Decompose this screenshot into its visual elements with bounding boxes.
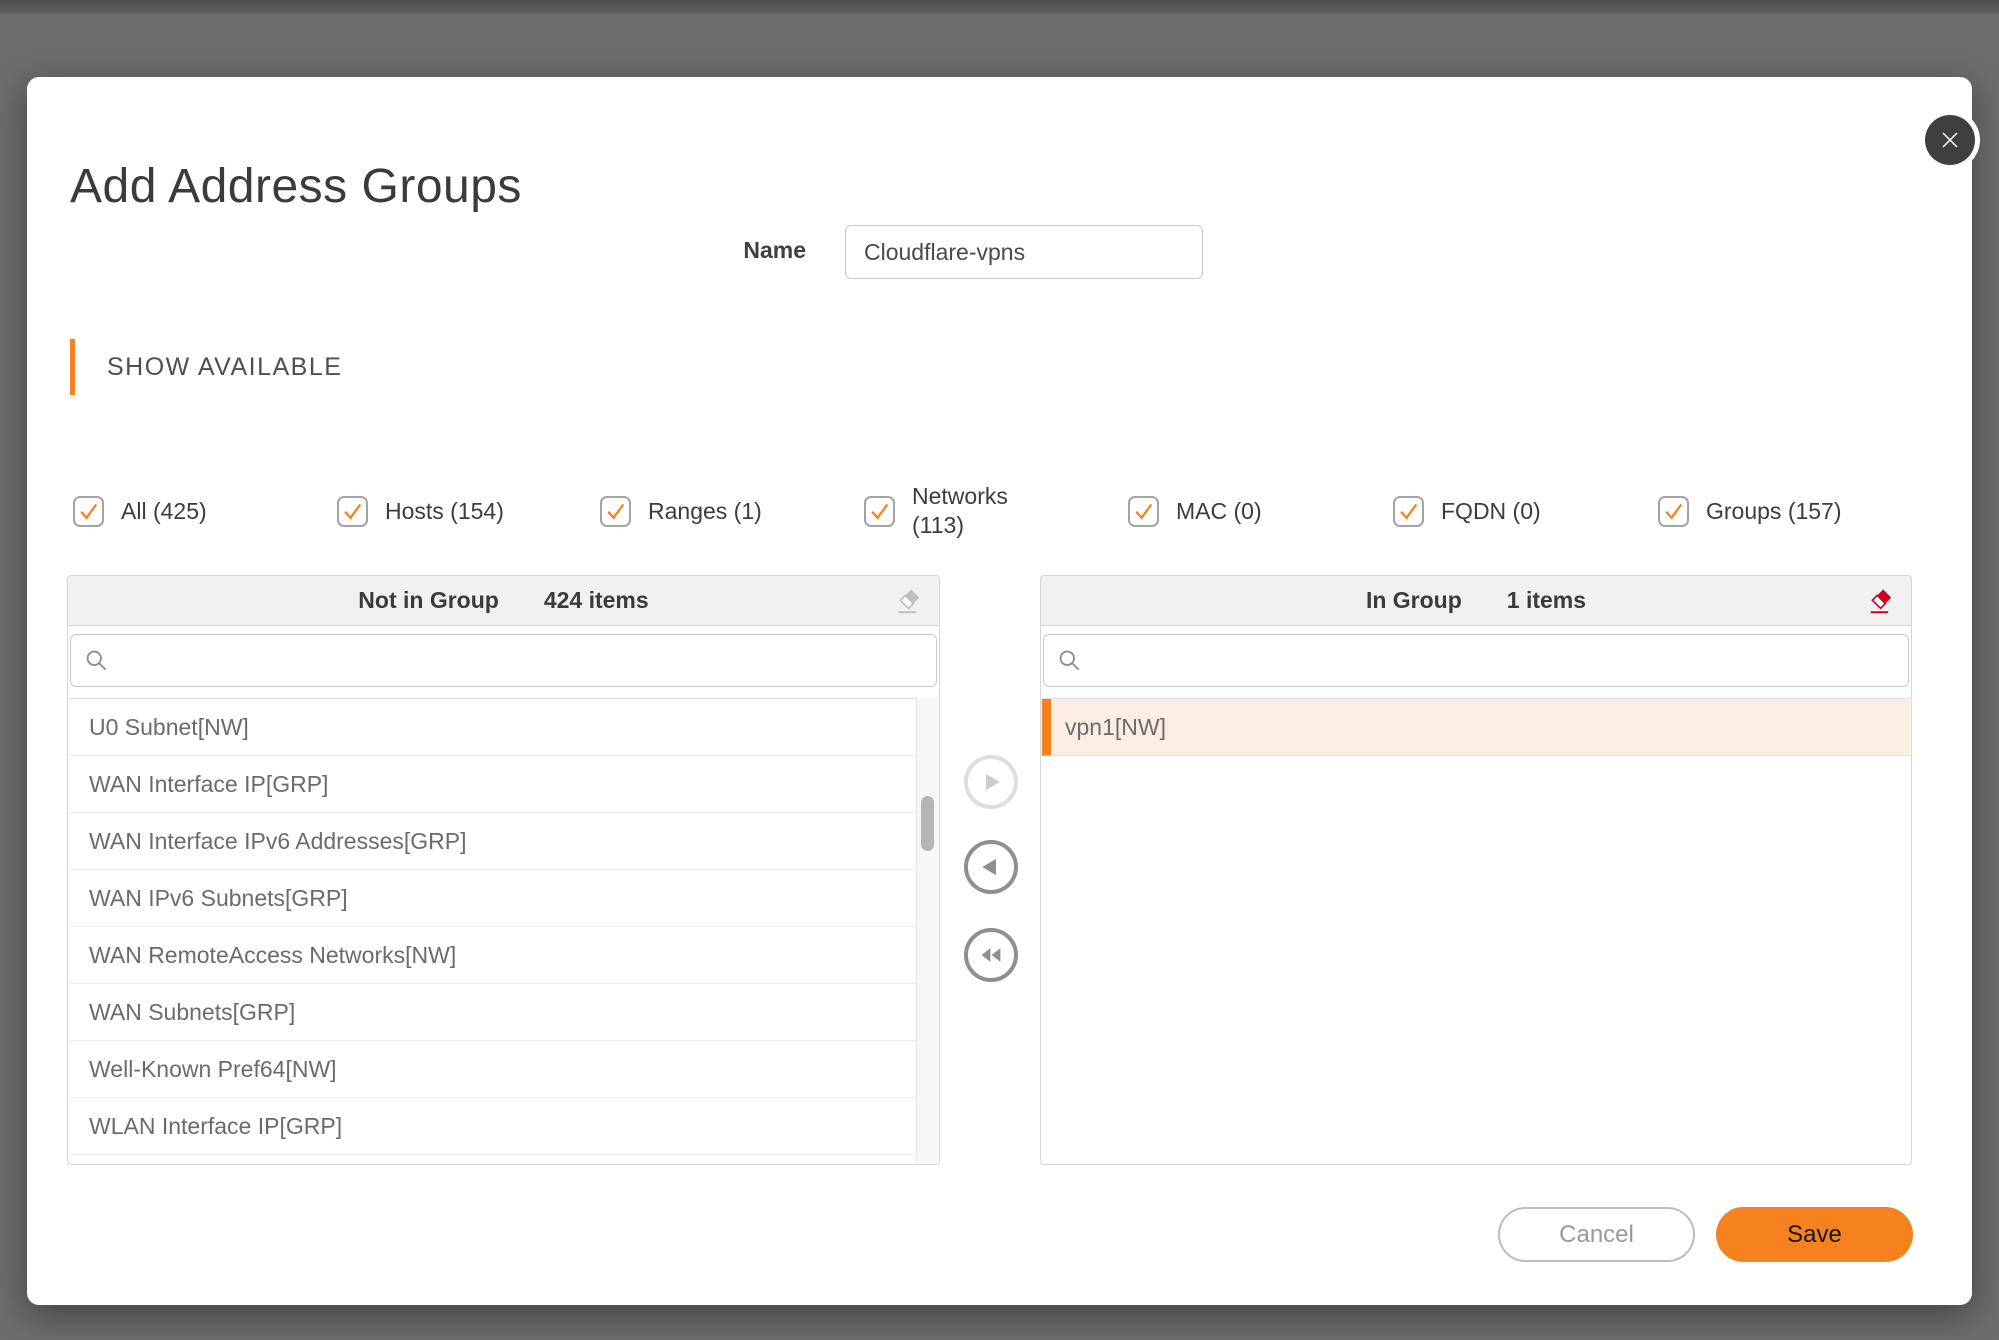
search-input[interactable] xyxy=(1043,634,1909,687)
checkbox-checked-icon[interactable] xyxy=(1128,495,1159,527)
list-item[interactable]: WAN RemoteAccess Networks[NW] xyxy=(69,927,916,984)
page-title: Add Address Groups xyxy=(70,160,522,213)
arrow-left-icon xyxy=(982,858,996,876)
filter-ranges[interactable]: Ranges (1) xyxy=(600,475,762,547)
list-item[interactable]: WAN Interface IP[GRP] xyxy=(69,756,916,813)
filter-label: FQDN (0) xyxy=(1441,497,1541,524)
filter-label: Networks (113) xyxy=(912,483,1008,538)
search-input[interactable] xyxy=(70,634,937,687)
filter-groups[interactable]: Groups (157) xyxy=(1658,475,1842,547)
clear-list-button[interactable] xyxy=(1865,586,1895,616)
list-item[interactable]: WAN Subnets[GRP] xyxy=(69,984,916,1041)
filter-all[interactable]: All (425) xyxy=(73,475,207,547)
move-to-group-button[interactable] xyxy=(964,755,1018,809)
filter-label: Hosts (154) xyxy=(385,497,504,524)
scrollbar-track[interactable] xyxy=(916,698,938,1163)
in-group-panel: In Group 1 items vpn1[NW] xyxy=(1040,575,1912,1165)
filter-networks[interactable]: Networks (113) xyxy=(864,475,1030,547)
name-input[interactable] xyxy=(845,225,1203,279)
scrollbar-thumb[interactable] xyxy=(921,796,934,851)
filter-mac[interactable]: MAC (0) xyxy=(1128,475,1262,547)
clear-list-button-disabled[interactable] xyxy=(893,586,923,616)
page-top-edge xyxy=(0,0,1999,14)
not-in-group-header: Not in Group 424 items xyxy=(68,576,939,626)
section-title: SHOW AVAILABLE xyxy=(107,353,343,381)
eraser-icon xyxy=(898,589,920,614)
cancel-button[interactable]: Cancel xyxy=(1498,1207,1695,1262)
checkbox-checked-icon[interactable] xyxy=(1393,495,1424,527)
search-icon xyxy=(86,650,107,671)
checkbox-checked-icon[interactable] xyxy=(73,495,104,527)
section-accent-bar xyxy=(70,339,75,395)
checkbox-checked-icon[interactable] xyxy=(1658,495,1689,527)
close-button[interactable] xyxy=(1925,115,1975,165)
panel-count: 1 items xyxy=(1506,587,1587,613)
in-group-header: In Group 1 items xyxy=(1041,576,1911,626)
not-in-group-panel: Not in Group 424 items U0 Subnet[NW] WAN… xyxy=(67,575,940,1165)
filter-label: Ranges (1) xyxy=(648,497,762,524)
list-item[interactable]: WLAN Interface IP[GRP] xyxy=(69,1098,916,1155)
list-item[interactable]: U0 Subnet[NW] xyxy=(69,699,916,756)
filter-hosts[interactable]: Hosts (154) xyxy=(337,475,504,547)
checkbox-checked-icon[interactable] xyxy=(337,495,368,527)
filter-label: MAC (0) xyxy=(1176,497,1262,524)
list-item-selected[interactable]: vpn1[NW] xyxy=(1042,699,1910,756)
list-item[interactable]: Well-Known Pref64[NW] xyxy=(69,1041,916,1098)
in-group-search xyxy=(1043,634,1909,687)
panel-count: 424 items xyxy=(543,587,649,613)
name-label: Name xyxy=(743,237,806,263)
remove-all-from-group-button[interactable] xyxy=(964,928,1018,982)
checkbox-checked-icon[interactable] xyxy=(864,495,895,527)
save-button[interactable]: Save xyxy=(1716,1207,1913,1262)
filter-checkbox-row: All (425) Hosts (154) Ranges (1) Network… xyxy=(73,475,1953,547)
search-icon xyxy=(1059,650,1080,671)
panel-title: In Group xyxy=(1365,587,1462,613)
not-in-group-search xyxy=(70,634,937,687)
filter-label: All (425) xyxy=(121,497,207,524)
double-arrow-left-icon xyxy=(981,948,1001,962)
list-item[interactable]: WAN IPv6 Subnets[GRP] xyxy=(69,870,916,927)
remove-from-group-button[interactable] xyxy=(964,840,1018,894)
not-in-group-list: U0 Subnet[NW] WAN Interface IP[GRP] WAN … xyxy=(69,698,916,1163)
eraser-icon xyxy=(1870,589,1892,614)
close-icon xyxy=(1942,132,1958,148)
checkbox-checked-icon[interactable] xyxy=(600,495,631,527)
add-address-groups-dialog: Add Address Groups Name SHOW AVAILABLE A… xyxy=(27,77,1975,1305)
panel-title: Not in Group xyxy=(358,587,499,613)
filter-label: Groups (157) xyxy=(1706,497,1842,524)
arrow-right-icon xyxy=(986,773,1000,791)
filter-fqdn[interactable]: FQDN (0) xyxy=(1393,475,1541,547)
in-group-list: vpn1[NW] xyxy=(1042,698,1910,1163)
list-item[interactable]: WAN Interface IPv6 Addresses[GRP] xyxy=(69,813,916,870)
